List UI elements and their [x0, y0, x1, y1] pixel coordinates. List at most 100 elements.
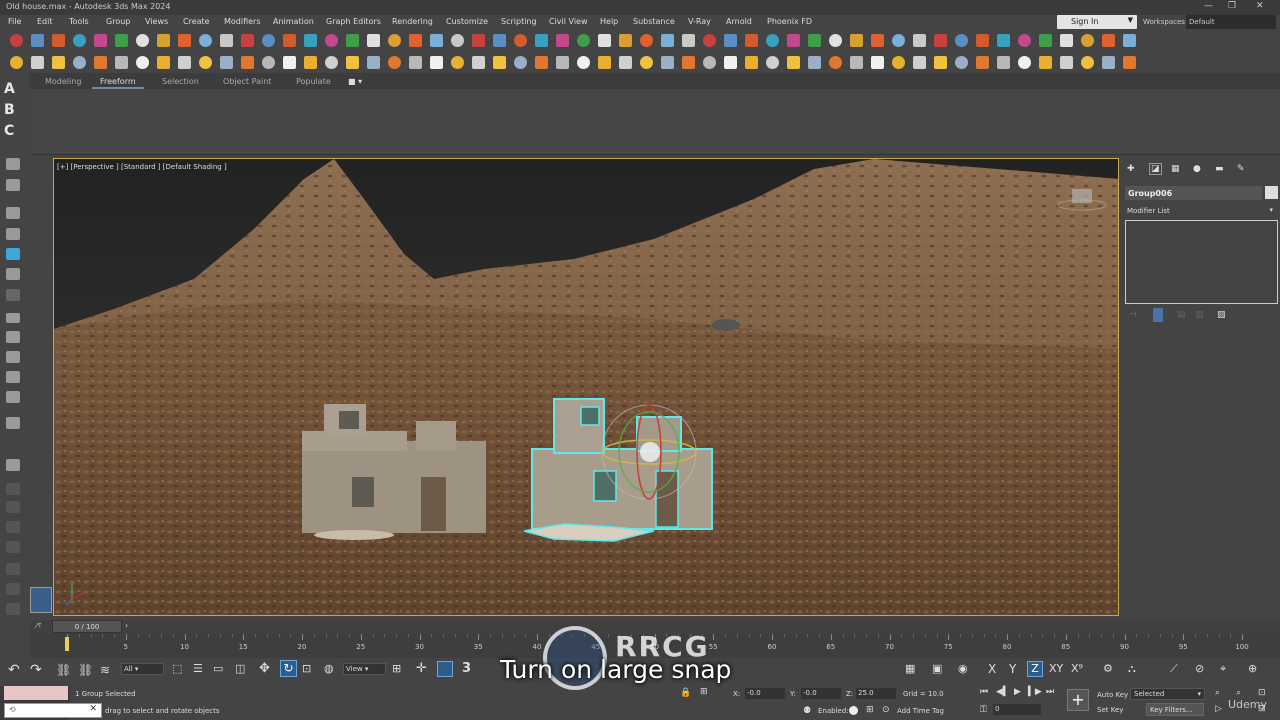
- toolbar-tool-icon[interactable]: [577, 34, 590, 47]
- menu-arnold[interactable]: Arnold: [726, 17, 752, 26]
- tool-icon[interactable]: [6, 289, 20, 301]
- toolbar-tool-icon[interactable]: [934, 56, 947, 69]
- tab-freeform[interactable]: Freeform: [92, 77, 144, 89]
- toolbar-tool-icon[interactable]: [52, 56, 65, 69]
- restrict-y-icon[interactable]: Y: [1009, 662, 1016, 676]
- toolbar-tool-icon[interactable]: [136, 56, 149, 69]
- toolbar-tool-icon[interactable]: [913, 56, 926, 69]
- toolbar-tool-icon[interactable]: [10, 34, 23, 47]
- toolbar-tool-icon[interactable]: [871, 34, 884, 47]
- toolbar-tool-icon[interactable]: [598, 34, 611, 47]
- select-object-icon[interactable]: ⬚: [172, 662, 182, 675]
- toolbar-tool-icon[interactable]: [451, 56, 464, 69]
- menu-edit[interactable]: Edit: [37, 17, 53, 26]
- zoom-extents-icon[interactable]: ⊡: [1258, 688, 1266, 698]
- next-frame-button-icon[interactable]: ▍▶: [1028, 687, 1042, 697]
- toolbar-tool-icon[interactable]: [1039, 34, 1052, 47]
- toolbar-tool-icon[interactable]: [283, 56, 296, 69]
- render-production-icon[interactable]: ◉: [958, 662, 968, 675]
- scale-icon[interactable]: ⊡: [302, 662, 311, 675]
- y-coordinate-field[interactable]: -0.0: [801, 688, 841, 699]
- toolbar-tool-icon[interactable]: [1060, 56, 1073, 69]
- toolbar-tool-icon[interactable]: [178, 56, 191, 69]
- toolbar-tool-icon[interactable]: [640, 56, 653, 69]
- toolbar-tool-icon[interactable]: [220, 34, 233, 47]
- restrict-plane-icon[interactable]: X⁹: [1071, 662, 1083, 675]
- time-slider-thumb[interactable]: 0 / 100: [52, 620, 122, 633]
- extra-icon-6[interactable]: [6, 583, 20, 595]
- toolbar-tool-icon[interactable]: [115, 34, 128, 47]
- toolbar-tool-icon[interactable]: [493, 56, 506, 69]
- toolbar-tool-icon[interactable]: [136, 34, 149, 47]
- toolbar-tool-icon[interactable]: [745, 34, 758, 47]
- undo-icon[interactable]: ↶: [8, 662, 20, 678]
- menu-create[interactable]: Create: [183, 17, 210, 26]
- spacing-icon[interactable]: [6, 391, 20, 403]
- toolbar-tool-icon[interactable]: [409, 34, 422, 47]
- utilities-tab-icon[interactable]: ✎: [1237, 164, 1245, 174]
- toolbar-tool-icon[interactable]: [1123, 34, 1136, 47]
- menu-file[interactable]: File: [8, 17, 21, 26]
- secondary-toolbar-icons[interactable]: [0, 52, 1280, 73]
- modify-tab-icon[interactable]: ◪: [1149, 163, 1162, 175]
- toolbar-tool-icon[interactable]: [220, 56, 233, 69]
- menu-group[interactable]: Group: [106, 17, 130, 26]
- keyboard-shortcut-override-icon[interactable]: [437, 661, 453, 677]
- go-to-start-icon[interactable]: ⏮: [980, 687, 988, 697]
- restrict-xy-icon[interactable]: XY: [1049, 662, 1063, 675]
- show-end-result-icon[interactable]: [1153, 308, 1163, 322]
- toolbar-tool-icon[interactable]: [976, 34, 989, 47]
- toolbar-tool-icon[interactable]: [1102, 34, 1115, 47]
- toolbar-tool-icon[interactable]: [157, 34, 170, 47]
- snaps-toggle-icon[interactable]: 3: [462, 661, 471, 676]
- toolbar-tool-icon[interactable]: [262, 56, 275, 69]
- toolbar-tool-icon[interactable]: [31, 56, 44, 69]
- toolbar-tool-icon[interactable]: [367, 56, 380, 69]
- toolbar-tool-icon[interactable]: [10, 56, 23, 69]
- toolbar-tool-icon[interactable]: [283, 34, 296, 47]
- configure-sets-icon[interactable]: ▧: [1217, 310, 1226, 320]
- extra-icon-3[interactable]: [6, 521, 20, 533]
- modifier-stack[interactable]: [1125, 220, 1278, 304]
- toolbar-tool-icon[interactable]: [661, 34, 674, 47]
- scene-explorer-icon[interactable]: [6, 207, 20, 219]
- toolbar-tool-icon[interactable]: [829, 34, 842, 47]
- minimize-icon[interactable]: —: [1204, 1, 1213, 11]
- ribbon-options-icon[interactable]: ■ ▾: [348, 77, 362, 86]
- toolbar-tool-icon[interactable]: [304, 34, 317, 47]
- set-b-icon[interactable]: B: [4, 102, 15, 118]
- reference-coord-dropdown[interactable]: View ▾: [343, 663, 386, 675]
- field-of-view-icon[interactable]: ▷: [1215, 704, 1222, 714]
- toolbar-tool-icon[interactable]: [1018, 34, 1031, 47]
- toolbar-tool-icon[interactable]: [241, 56, 254, 69]
- array-icon[interactable]: [6, 371, 20, 383]
- toolbar-tool-icon[interactable]: [808, 56, 821, 69]
- pivot-center-icon[interactable]: ⊞: [392, 662, 401, 675]
- workspace-dropdown[interactable]: Default: [1186, 15, 1276, 29]
- motion-tab-icon[interactable]: ●: [1193, 164, 1201, 174]
- toolbar-tool-icon[interactable]: [325, 56, 338, 69]
- zoom-all-icon[interactable]: ⌕: [1236, 688, 1241, 698]
- selection-filter-dropdown[interactable]: All ▾: [121, 663, 164, 675]
- render-setup-icon[interactable]: ▦: [905, 662, 915, 675]
- toolbar-tool-icon[interactable]: [787, 56, 800, 69]
- go-to-end-icon[interactable]: ⏭: [1046, 687, 1054, 697]
- toolbar-tool-icon[interactable]: [430, 56, 443, 69]
- set-key-button[interactable]: Set Key: [1097, 706, 1123, 714]
- key-filters-button[interactable]: Key Filters...: [1146, 703, 1204, 716]
- toolbar-tool-icon[interactable]: [808, 34, 821, 47]
- toolbar-tool-icon[interactable]: [619, 56, 632, 69]
- toolbar-tool-icon[interactable]: [430, 34, 443, 47]
- toolbar-tool-icon[interactable]: [1081, 56, 1094, 69]
- menu-vray[interactable]: V-Ray: [688, 17, 711, 26]
- toolbar-tool-icon[interactable]: [619, 34, 632, 47]
- perspective-viewport[interactable]: [+] [Perspective ] [Standard ] [Default …: [53, 158, 1119, 616]
- sign-in-button[interactable]: Sign In ▼: [1057, 15, 1137, 29]
- toolbar-tool-icon[interactable]: [325, 34, 338, 47]
- toolbar-tool-icon[interactable]: [997, 56, 1010, 69]
- render-frame-icon[interactable]: ▣: [932, 662, 942, 675]
- menu-graph-editors[interactable]: Graph Editors: [326, 17, 381, 26]
- menu-customize[interactable]: Customize: [446, 17, 488, 26]
- toolbar-tool-icon[interactable]: [535, 56, 548, 69]
- toolbar-tool-icon[interactable]: [850, 56, 863, 69]
